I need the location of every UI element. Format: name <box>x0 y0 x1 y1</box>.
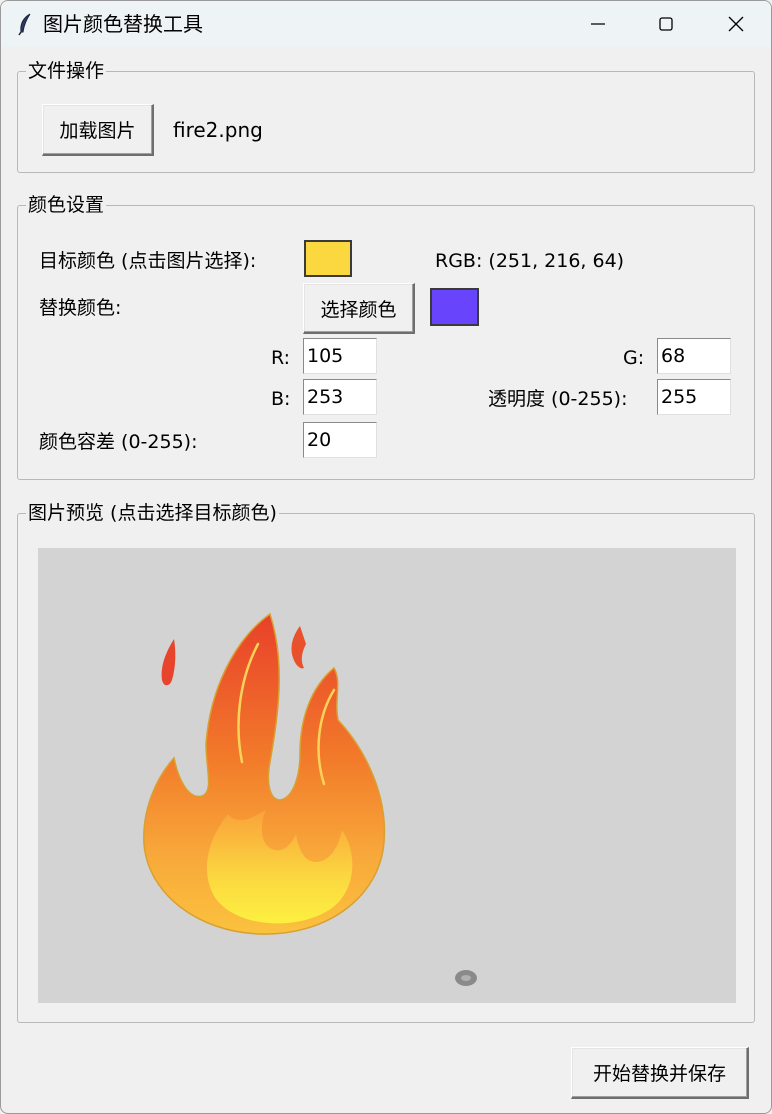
g-input[interactable] <box>657 338 731 374</box>
tolerance-input[interactable] <box>303 422 377 458</box>
minimize-icon <box>591 23 605 25</box>
tolerance-label: 颜色容差 (0-255): <box>39 431 198 453</box>
start-replace-save-button[interactable]: 开始替换并保存 <box>571 1047 749 1099</box>
maximize-button[interactable] <box>631 1 701 47</box>
target-color-swatch <box>304 240 352 277</box>
image-preview-canvas[interactable] <box>38 548 736 1003</box>
g-label: G: <box>623 347 645 369</box>
app-window: 图片颜色替换工具 文件操作 加载图片 fire2.png 颜色设置 目标颜色 (… <box>0 0 772 1114</box>
file-operations-legend: 文件操作 <box>26 60 107 82</box>
close-icon <box>728 16 744 32</box>
choose-color-button[interactable]: 选择颜色 <box>303 283 415 334</box>
target-color-label: 目标颜色 (点击图片选择): <box>39 250 257 272</box>
close-button[interactable] <box>701 1 771 47</box>
replace-color-label: 替换颜色: <box>39 297 122 319</box>
replace-color-swatch <box>430 288 479 326</box>
window-title: 图片颜色替换工具 <box>43 12 203 36</box>
minimize-button[interactable] <box>563 1 633 47</box>
r-input[interactable] <box>303 338 377 374</box>
filename-label: fire2.png <box>173 118 263 142</box>
color-settings-legend: 颜色设置 <box>26 194 107 216</box>
feather-icon <box>15 12 37 36</box>
load-image-button[interactable]: 加载图片 <box>42 104 154 156</box>
fire-image <box>143 612 477 986</box>
b-input[interactable] <box>303 379 377 415</box>
alpha-input[interactable] <box>657 379 731 415</box>
maximize-icon <box>659 17 673 31</box>
r-label: R: <box>271 347 291 369</box>
alpha-label: 透明度 (0-255): <box>488 388 628 410</box>
title-bar[interactable]: 图片颜色替换工具 <box>1 1 771 47</box>
b-label: B: <box>271 388 291 410</box>
image-preview-legend: 图片预览 (点击选择目标颜色) <box>26 502 279 524</box>
rgb-readout: RGB: (251, 216, 64) <box>435 250 625 272</box>
